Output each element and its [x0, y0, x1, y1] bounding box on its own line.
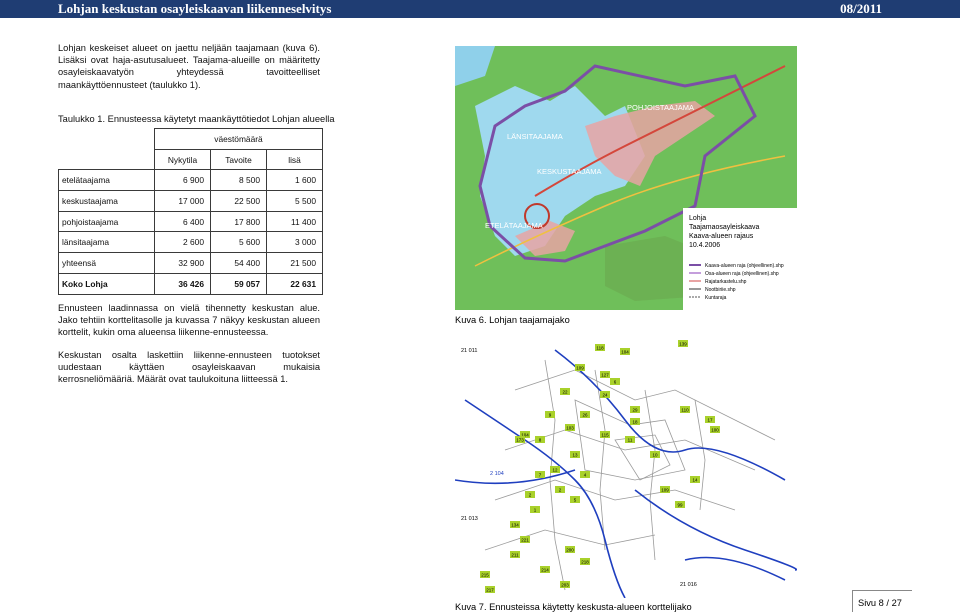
label-etelataajama: ETELÄTAAJAMA: [485, 221, 543, 230]
cell: 36 426: [154, 272, 211, 295]
block-number-label: 215: [481, 573, 489, 578]
block-number-label: 12: [552, 468, 558, 473]
block-division-map: 118104139109127622249 26103291811017104 11…: [455, 330, 797, 598]
label-keskustaajama: KESKUSTAAJAMA: [537, 167, 601, 176]
table-row: yhteensä 32 900 54 400 21 500: [58, 252, 323, 274]
block-number-label: 211: [511, 553, 519, 558]
legend-title-line: Taajamaosayleiskaava: [689, 224, 760, 231]
area-code-label: 21 011: [461, 348, 477, 354]
document-title: Lohjan keskustan osayleiskaavan liikenne…: [58, 1, 332, 16]
block-number-label: 26: [582, 413, 588, 418]
block-number-label: 221: [521, 538, 529, 543]
label-lansitaajama: LÄNSITAAJAMA: [507, 132, 563, 141]
row-label: yhteensä: [58, 252, 155, 274]
land-use-table: väestömäärä Nykytila Tavoite lisä etelät…: [58, 128, 323, 295]
cell: 17 000: [154, 190, 211, 212]
block-number-label: 115: [601, 433, 609, 438]
block-number-label: 22: [562, 390, 568, 395]
cell: 21 500: [266, 252, 323, 274]
label-pohjoistaajama: POHJOISTAAJAMA: [627, 103, 694, 112]
intro-paragraph: Lohjan keskeiset alueet on jaettu neljää…: [58, 43, 320, 90]
cell: 8 500: [210, 169, 267, 192]
cell: 22 500: [210, 190, 267, 212]
cell: 2 600: [154, 231, 211, 254]
cell: 1 600: [266, 169, 323, 192]
document-date: 08/2011: [840, 1, 882, 16]
col-header-tavoite: Tavoite: [210, 148, 267, 171]
block-number-label: 18: [632, 420, 638, 425]
block-number-label: 203: [561, 583, 569, 588]
block-number-label: 217: [486, 588, 494, 593]
row-label: etelätaajama: [58, 169, 155, 192]
block-number-label: 24: [602, 393, 608, 398]
legend-item: Rajatarkastelu.shp: [705, 279, 747, 285]
col-header-nykytila: Nykytila: [154, 148, 211, 171]
area-code-label: 2 104: [490, 471, 504, 477]
cell: 59 057: [210, 272, 267, 295]
page-header: Lohjan keskustan osayleiskaavan liikenne…: [0, 0, 960, 18]
cell: 3 000: [266, 231, 323, 254]
cell: 17 800: [210, 210, 267, 233]
block-number-label: 17: [707, 418, 713, 423]
legend-item: Kuntaraja: [705, 295, 727, 301]
block-number-label: 29: [632, 408, 638, 413]
block-number-label: 134: [511, 523, 519, 528]
block-number-label: 100: [711, 428, 719, 433]
block-number-label: 13: [572, 453, 578, 458]
block-number-label: 14: [692, 478, 698, 483]
table-row: keskustaajama 17 000 22 500 5 500: [58, 190, 323, 212]
area-code-label: 21 013: [461, 516, 478, 522]
cell: 54 400: [210, 252, 267, 274]
figure-caption-6: Kuva 6. Lohjan taajamajako: [455, 315, 570, 325]
row-label: Koko Lohja: [58, 272, 155, 295]
figure-caption-7: Kuva 7. Ennusteissa käytetty keskusta-al…: [455, 602, 692, 612]
cell: 5 600: [210, 231, 267, 254]
table-caption: Taulukko 1. Ennusteessa käytetyt maankäy…: [58, 114, 335, 124]
cell: 5 500: [266, 190, 323, 212]
table-row-total: Koko Lohja 36 426 59 057 22 631: [58, 272, 323, 295]
row-label: pohjoistaajama: [58, 210, 155, 233]
legend-item: Osa-alueen raja (ohjeellinen).shp: [705, 271, 779, 277]
block-number-label: 10: [652, 453, 658, 458]
table-row: etelätaajama 6 900 8 500 1 600: [58, 169, 323, 192]
block-number-label: 118: [596, 346, 604, 351]
block-number-label: 104: [621, 350, 629, 355]
block-number-label: 218: [581, 560, 589, 565]
block-number-label: 103: [566, 426, 574, 431]
table-row: länsitaajama 2 600 5 600 3 000: [58, 231, 323, 254]
table-row: pohjoistaajama 6 400 17 800 11 400: [58, 210, 323, 233]
block-number-label: 173: [516, 438, 524, 443]
block-number-label: 200: [566, 548, 574, 553]
col-header-lisa: lisä: [266, 148, 323, 171]
legend-item: Kaava-alueen raja (ohjeellinen).shp: [705, 263, 784, 269]
forecast-paragraph: Ennusteen laadinnassa on vielä tihennett…: [58, 303, 320, 338]
cell: 22 631: [266, 272, 323, 295]
legend-title-line: Lohja: [689, 215, 706, 222]
area-code-label: 21 016: [680, 582, 697, 588]
legend-title-line: 10.4.2006: [689, 242, 720, 249]
cell: 32 900: [154, 252, 211, 274]
block-number-label: 99: [677, 503, 683, 508]
output-paragraph: Keskustan osalta laskettiin liikenne-enn…: [58, 350, 320, 385]
block-number-label: 11: [628, 438, 633, 443]
block-number-label: 110: [681, 408, 689, 413]
cell: 11 400: [266, 210, 323, 233]
row-label: länsitaajama: [58, 231, 155, 254]
cell: 6 900: [154, 169, 211, 192]
taajama-map: POHJOISTAAJAMA LÄNSITAAJAMA KESKUSTAAJAM…: [455, 46, 797, 310]
row-label: keskustaajama: [58, 190, 155, 212]
block-number-label: 127: [601, 373, 609, 378]
legend-title-line: Kaava-alueen rajaus: [689, 233, 754, 240]
block-number-label: 109: [661, 488, 669, 493]
legend-item: Nootbiriie.shp: [705, 287, 736, 293]
block-number-label: 214: [541, 568, 549, 573]
block-number-label: 139: [679, 342, 687, 347]
table-group-header: väestömäärä: [154, 128, 323, 150]
cell: 6 400: [154, 210, 211, 233]
block-number-label: 109: [576, 366, 584, 371]
page-number: Sivu 8 / 27: [858, 598, 902, 608]
